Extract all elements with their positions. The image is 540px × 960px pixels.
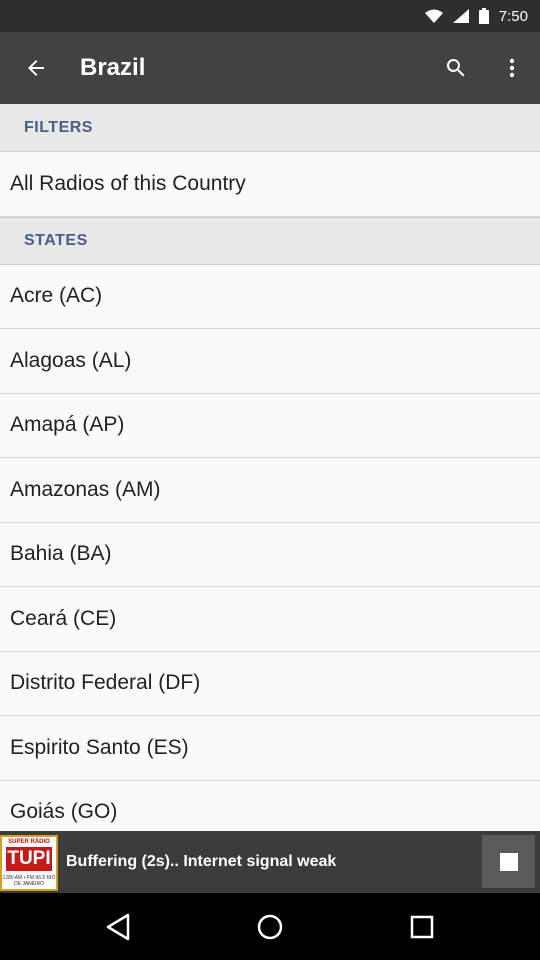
list-item-state[interactable]: Goiás (GO) xyxy=(0,780,540,831)
nav-recents-icon[interactable] xyxy=(400,905,444,949)
logo-name: TUPI xyxy=(6,847,52,871)
signal-icon xyxy=(452,9,469,23)
nav-back-icon[interactable] xyxy=(96,905,140,949)
filters-header: FILTERS xyxy=(0,104,540,152)
more-vert-icon[interactable] xyxy=(490,46,534,90)
player-status-message: Buffering (2s).. Internet signal weak xyxy=(66,853,337,870)
status-icons: 7:50 xyxy=(424,0,528,32)
logo-bottom-text: 1280 AM • FM 96.5 RIO DE JANEIRO xyxy=(2,875,56,887)
arrow-back-icon[interactable] xyxy=(14,46,58,90)
status-bar: 7:50 xyxy=(0,0,540,32)
list-item-all-radios[interactable]: All Radios of this Country xyxy=(0,152,540,217)
list-item-state[interactable]: Amapá (AP) xyxy=(0,393,540,458)
app-bar: Brazil xyxy=(0,32,540,104)
list-item-state[interactable]: Bahia (BA) xyxy=(0,522,540,587)
system-nav-bar xyxy=(0,893,540,960)
station-logo[interactable]: SUPER RÁDIO TUPI 1280 AM • FM 96.5 RIO D… xyxy=(0,835,58,891)
list-item-state[interactable]: Espirito Santo (ES) xyxy=(0,716,540,781)
list-item-state[interactable]: Alagoas (AL) xyxy=(0,329,540,394)
stop-button[interactable] xyxy=(482,835,535,888)
logo-top-text: SUPER RÁDIO xyxy=(8,839,50,845)
page-title: Brazil xyxy=(80,54,146,81)
battery-icon xyxy=(478,8,489,24)
status-time: 7:50 xyxy=(498,7,528,25)
country-list: FILTERS All Radios of this Country STATE… xyxy=(0,104,540,831)
list-item-state[interactable]: Acre (AC) xyxy=(0,264,540,329)
stop-icon xyxy=(499,852,518,871)
list-item-state[interactable]: Amazonas (AM) xyxy=(0,458,540,523)
list-item-state[interactable]: Ceará (CE) xyxy=(0,587,540,652)
mini-player[interactable]: SUPER RÁDIO TUPI 1280 AM • FM 96.5 RIO D… xyxy=(0,831,540,893)
list-item-state[interactable]: Distrito Federal (DF) xyxy=(0,651,540,716)
nav-home-icon[interactable] xyxy=(248,905,292,949)
wifi-icon xyxy=(424,9,443,23)
states-header: STATES xyxy=(0,216,540,265)
search-icon[interactable] xyxy=(434,46,478,90)
